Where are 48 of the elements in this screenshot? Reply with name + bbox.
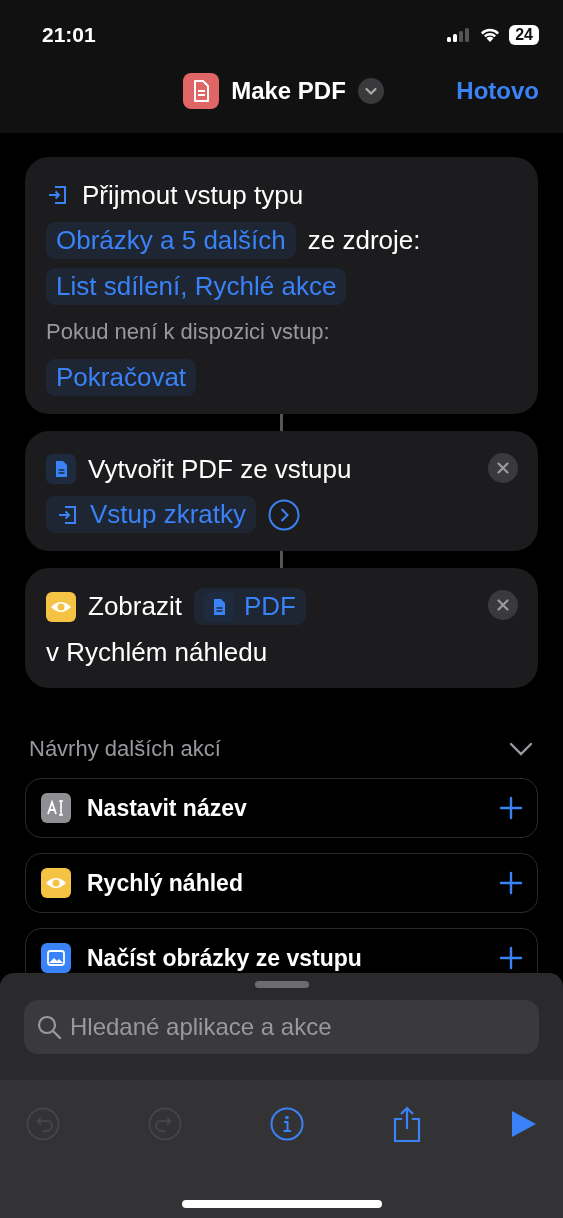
document-icon [183,72,220,109]
variable-token[interactable]: Obrázky a 5 dalších [46,222,296,259]
action-text: Vytvořit PDF ze vstupu [88,453,352,485]
play-icon[interactable] [511,1110,537,1138]
text-cursor-icon [41,793,71,823]
info-icon[interactable] [269,1107,304,1141]
suggestion-label: Nastavit název [87,794,248,822]
suggestion-row[interactable]: Rychlý náhled [25,853,538,913]
token-label: List sdílení, Rychlé akce [56,271,337,302]
action-text: Zobrazit [88,591,182,622]
suggestion-row[interactable]: Nastavit název [25,778,538,838]
token-label: Obrázky a 5 dalších [56,225,286,256]
add-icon[interactable] [499,946,523,970]
variable-token[interactable]: Vstup zkratky [46,496,257,533]
token-label: Vstup zkratky [90,499,247,530]
battery-level: 24 [509,25,539,45]
sheet-handle[interactable] [254,981,309,988]
chevron-down-icon[interactable] [357,77,384,104]
action-text: Přijmout vstup typu [82,179,304,211]
eye-icon [46,591,76,622]
variable-token[interactable]: List sdílení, Rychlé akce [46,268,347,305]
variable-token[interactable]: Pokračovat [46,359,197,396]
chevron-icon[interactable] [508,741,534,757]
action-note: Pokud není k dispozici vstup: [46,319,330,345]
token-label: PDF [243,591,296,622]
close-icon[interactable] [488,453,518,483]
done-button[interactable]: Hotovo [456,76,539,105]
section-title: Návrhy dalších akcí [29,736,221,762]
status-time: 21:01 [42,23,96,47]
image-icon [41,943,71,973]
token-label: Pokračovat [56,362,187,393]
action-text: v Rychlém náhledu [46,636,268,668]
action-text: ze zdroje: [307,225,421,256]
close-icon[interactable] [488,590,518,620]
search-icon [36,1014,62,1040]
document-icon [46,454,76,484]
add-icon[interactable] [499,871,523,895]
suggestion-label: Rychlý náhled [87,869,244,897]
search-field[interactable]: Hledané aplikace a akce [24,1000,539,1054]
document-icon [203,591,234,622]
signal-icon [447,27,472,43]
suggestion-label: Načíst obrázky ze vstupu [87,944,363,972]
add-icon[interactable] [499,796,523,820]
chevron-right-circle-icon[interactable] [268,498,301,531]
wifi-icon [479,27,502,43]
eye-icon [41,868,71,898]
shortcut-title[interactable]: Make PDF [231,76,346,105]
variable-token[interactable]: PDF [193,588,306,625]
